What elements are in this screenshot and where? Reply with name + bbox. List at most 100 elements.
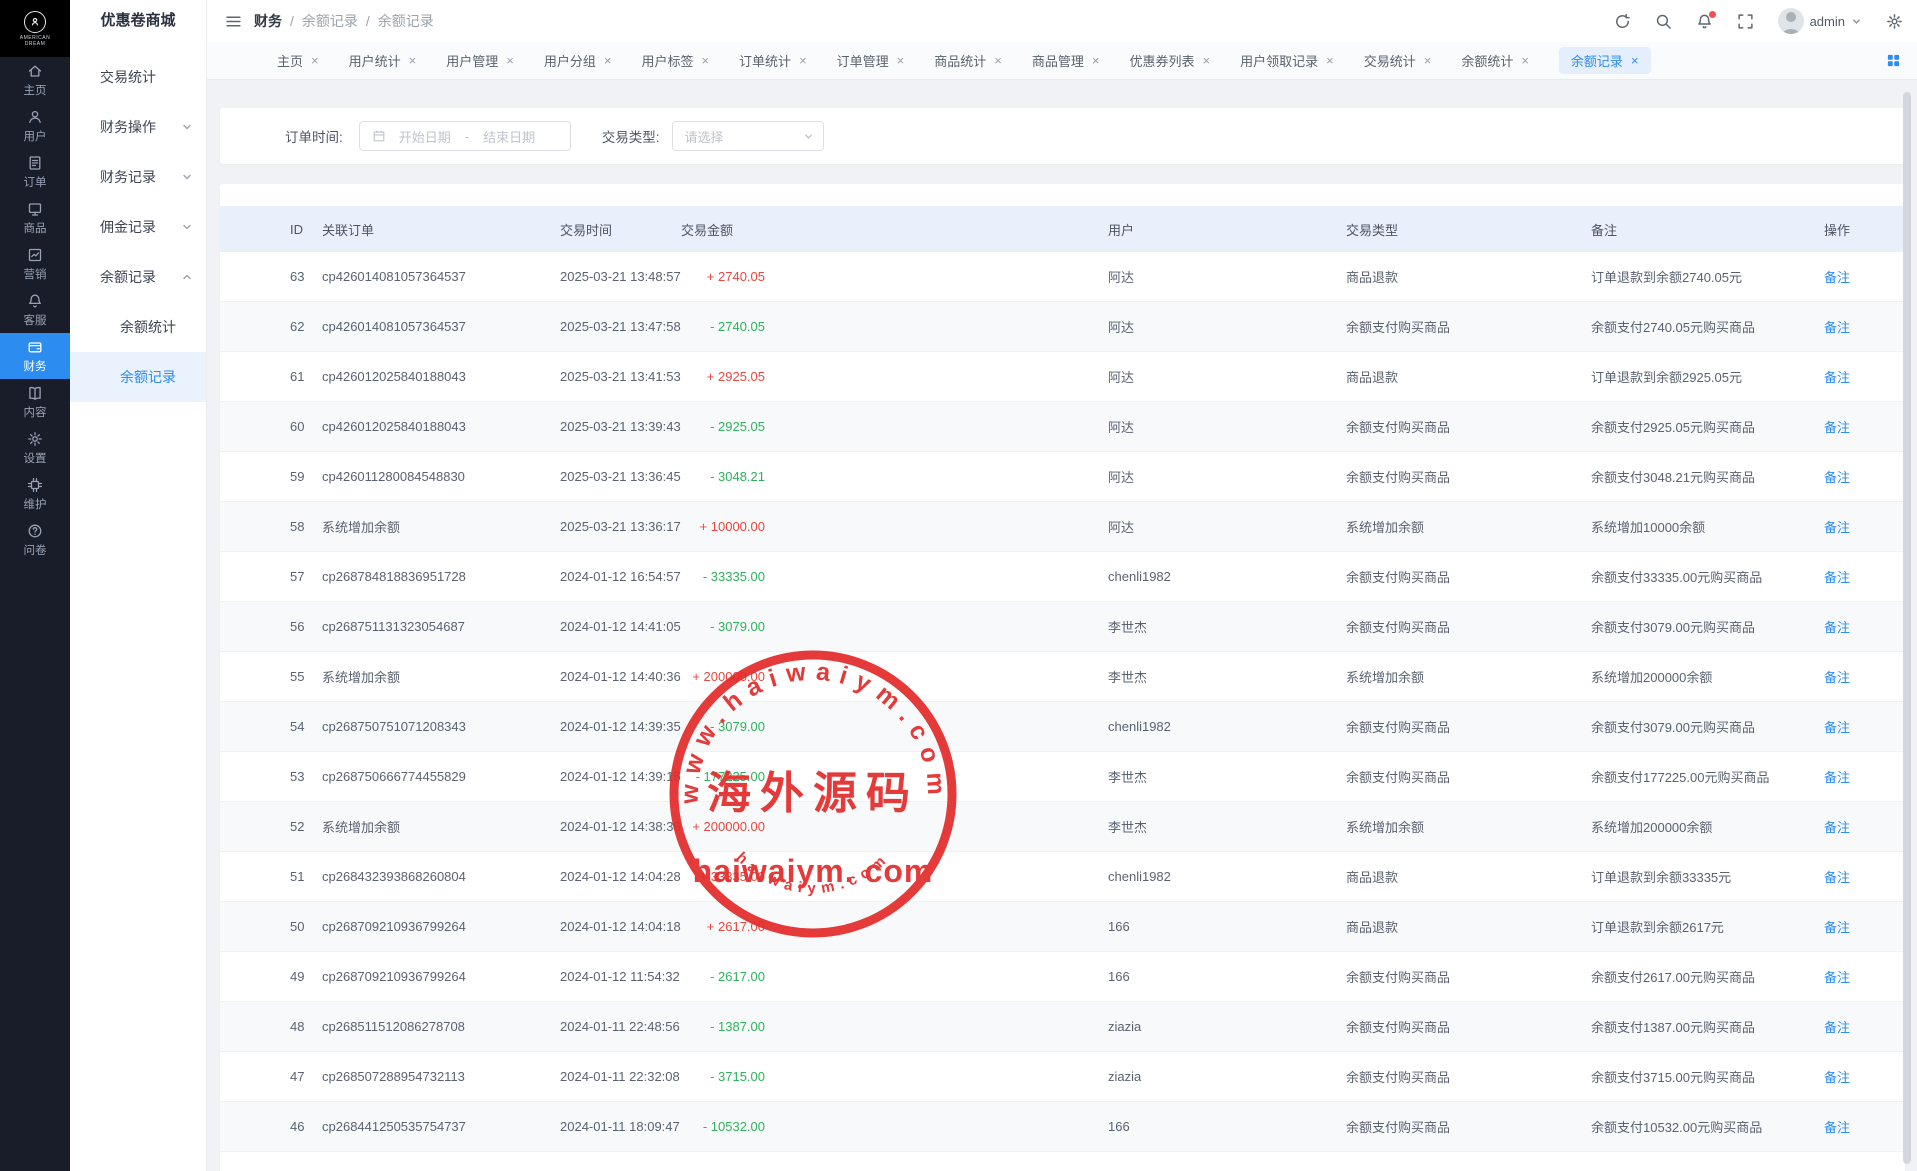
tab-6[interactable]: 订单管理 × <box>837 51 905 70</box>
cell-amount: + 2740.05 <box>675 269 780 284</box>
tab-close-icon[interactable]: × <box>311 54 319 67</box>
cell-amount: + 2925.05 <box>675 369 780 384</box>
tab-9[interactable]: 优惠券列表 × <box>1129 51 1210 70</box>
tab-12[interactable]: 余额统计 × <box>1461 51 1529 70</box>
remark-link[interactable]: 备注 <box>1824 620 1850 635</box>
remark-link[interactable]: 备注 <box>1824 820 1850 835</box>
tab-10[interactable]: 用户领取记录 × <box>1240 51 1334 70</box>
rail-item-order[interactable]: 订单 <box>0 149 70 195</box>
tab-7[interactable]: 商品统计 × <box>934 51 1002 70</box>
sidebar-item-6[interactable]: 余额记录 <box>70 352 206 402</box>
tab-13[interactable]: 余额记录 × <box>1559 47 1651 74</box>
tab-close-icon[interactable]: × <box>1326 54 1334 67</box>
page-scrollbar[interactable] <box>1903 92 1911 1164</box>
tab-close-icon[interactable]: × <box>1203 54 1211 67</box>
cell-note: 订单退款到余额2925.05元 <box>1591 367 1824 386</box>
tab-3[interactable]: 用户分组 × <box>544 51 612 70</box>
sidebar-item-1[interactable]: 财务操作 <box>70 102 206 152</box>
rail-item-content[interactable]: 内容 <box>0 379 70 425</box>
rail-item-maintenance[interactable]: 维护 <box>0 471 70 517</box>
remark-link[interactable]: 备注 <box>1824 870 1850 885</box>
settings-gear-icon[interactable] <box>1886 13 1903 30</box>
cell-time: 2024-01-12 14:39:35 <box>560 719 675 734</box>
collapse-menu-icon[interactable] <box>225 13 242 30</box>
breadcrumb-parent[interactable]: 余额记录 <box>302 11 358 31</box>
cell-amount: - 3079.00 <box>675 619 780 634</box>
remark-link[interactable]: 备注 <box>1824 970 1850 985</box>
rail-item-goods[interactable]: 商品 <box>0 195 70 241</box>
date-range-input[interactable]: 开始日期 - 结束日期 <box>359 121 571 151</box>
tab-close-icon[interactable]: × <box>506 54 514 67</box>
remark-link[interactable]: 备注 <box>1824 1070 1850 1085</box>
breadcrumb-root[interactable]: 财务 <box>254 11 282 31</box>
cell-amount: - 177225.00 <box>675 769 780 784</box>
notifications-button[interactable] <box>1696 13 1713 30</box>
remark-link[interactable]: 备注 <box>1824 520 1850 535</box>
remark-link[interactable]: 备注 <box>1824 370 1850 385</box>
tab-close-icon[interactable]: × <box>1521 54 1529 67</box>
tab-close-icon[interactable]: × <box>604 54 612 67</box>
cell-note: 系统增加200000余额 <box>1591 667 1824 686</box>
tab-4[interactable]: 用户标签 × <box>641 51 709 70</box>
tab-0[interactable]: 主页 × <box>277 51 319 70</box>
sidebar-item-3[interactable]: 佣金记录 <box>70 202 206 252</box>
sidebar-item-5[interactable]: 余额统计 <box>70 302 206 352</box>
rail-item-user[interactable]: 用户 <box>0 103 70 149</box>
user-menu[interactable]: admin <box>1778 8 1862 34</box>
cell-time: 2024-01-12 14:39:15 <box>560 769 675 784</box>
cell-time: 2025-03-21 13:48:57 <box>560 269 675 284</box>
tab-close-icon[interactable]: × <box>799 54 807 67</box>
cell-action: 备注 <box>1824 317 1905 336</box>
cell-note: 余额支付3079.00元购买商品 <box>1591 717 1824 736</box>
settings-icon <box>27 431 43 447</box>
tab-close-icon[interactable]: × <box>1424 54 1432 67</box>
fullscreen-icon[interactable] <box>1737 13 1754 30</box>
remark-link[interactable]: 备注 <box>1824 470 1850 485</box>
tab-close-icon[interactable]: × <box>994 54 1002 67</box>
app-logo[interactable]: AMERICAN DREAM <box>0 0 70 57</box>
remark-link[interactable]: 备注 <box>1824 1120 1850 1135</box>
rail-item-home[interactable]: 主页 <box>0 57 70 103</box>
remark-link[interactable]: 备注 <box>1824 1020 1850 1035</box>
search-icon[interactable] <box>1655 13 1672 30</box>
sidebar-item-0[interactable]: 交易统计 <box>70 52 206 102</box>
remark-link[interactable]: 备注 <box>1824 920 1850 935</box>
remark-link[interactable]: 备注 <box>1824 420 1850 435</box>
rail-item-marketing[interactable]: 营销 <box>0 241 70 287</box>
tab-close-icon[interactable]: × <box>409 54 417 67</box>
tab-11[interactable]: 交易统计 × <box>1364 51 1432 70</box>
remark-link[interactable]: 备注 <box>1824 770 1850 785</box>
rail-item-service[interactable]: 客服 <box>0 287 70 333</box>
cell-id: 46 <box>220 1119 320 1134</box>
remark-link[interactable]: 备注 <box>1824 320 1850 335</box>
tab-close-icon[interactable]: × <box>1092 54 1100 67</box>
remark-link[interactable]: 备注 <box>1824 670 1850 685</box>
cell-note: 系统增加10000余额 <box>1591 517 1824 536</box>
tab-close-icon[interactable]: × <box>701 54 709 67</box>
table-row: 59 cp426011280084548830 2025-03-21 13:36… <box>220 452 1905 502</box>
tab-2[interactable]: 用户管理 × <box>446 51 514 70</box>
cell-amount: + 2617.00 <box>675 919 780 934</box>
tab-layout-button[interactable] <box>1886 53 1901 68</box>
refresh-icon[interactable] <box>1614 13 1631 30</box>
cell-time: 2024-01-12 14:04:18 <box>560 919 675 934</box>
tab-8[interactable]: 商品管理 × <box>1032 51 1100 70</box>
rail-item-settings[interactable]: 设置 <box>0 425 70 471</box>
transaction-type-select[interactable]: 请选择 <box>672 121 824 151</box>
tab-close-icon[interactable]: × <box>1631 54 1639 67</box>
tab-close-icon[interactable]: × <box>897 54 905 67</box>
cell-action: 备注 <box>1824 817 1905 836</box>
finance-icon <box>27 339 43 355</box>
tab-1[interactable]: 用户统计 × <box>349 51 417 70</box>
remark-link[interactable]: 备注 <box>1824 570 1850 585</box>
column-header: 操作 <box>1824 220 1905 239</box>
sidebar-item-4[interactable]: 余额记录 <box>70 252 206 302</box>
rail-item-finance[interactable]: 财务 <box>0 333 70 379</box>
remark-link[interactable]: 备注 <box>1824 270 1850 285</box>
tab-5[interactable]: 订单统计 × <box>739 51 807 70</box>
cell-order: cp268511512086278708 <box>320 1019 560 1034</box>
cell-id: 56 <box>220 619 320 634</box>
sidebar-item-2[interactable]: 财务记录 <box>70 152 206 202</box>
rail-item-survey[interactable]: 问卷 <box>0 517 70 563</box>
remark-link[interactable]: 备注 <box>1824 720 1850 735</box>
